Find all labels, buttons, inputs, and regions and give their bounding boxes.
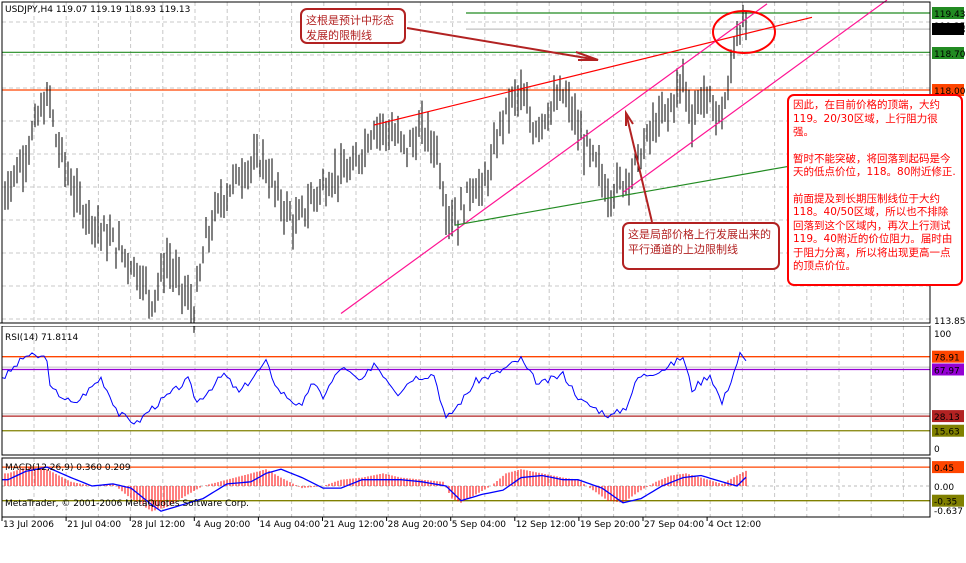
analysis-paragraph: 前面提及到长期压制线位于大约118。40/50区域，所以也不排除回落到这个区域内… <box>793 192 953 273</box>
note-analysis: 因此，在目前价格的顶端，大约119。20/30区域，上行阻力很强。 暂时不能突破… <box>787 94 963 286</box>
indicator-axis-label: 0 <box>934 445 940 455</box>
price-axis-label: 119.43 <box>934 10 966 20</box>
top-highlight-circle <box>712 10 776 54</box>
indicator-axis-label: 0.45 <box>934 464 954 474</box>
price-bars <box>1 4 747 333</box>
price-level-lines <box>2 12 930 91</box>
indicator-axis-label: 100 <box>934 330 951 340</box>
annotations <box>406 10 776 223</box>
time-axis-label: 5 Sep 04:00 <box>452 520 507 530</box>
time-axis-label: 28 Aug 20:00 <box>388 520 449 530</box>
note-channel-line: 这是局部价格上行发展出来的平行通道的上边限制线 <box>622 222 780 270</box>
time-axis-label: 13 Jul 2006 <box>3 520 54 530</box>
copyright-label: MetaTrader, © 2001-2006 MetaQuotes Softw… <box>5 499 249 509</box>
rsi-line <box>1 351 747 425</box>
indicator-axis-label: -0.637 <box>934 507 963 517</box>
rsi-label: RSI(14) 71.8114 <box>5 333 78 343</box>
note-limit-line: 这根是预计中形态发展的限制线 <box>300 8 406 44</box>
time-axis: 13 Jul 2006 21 Jul 04:00 28 Jul 12:00 4 Aug… <box>1 517 761 530</box>
indicator-axis-label: 67.97 <box>934 366 960 376</box>
price-axis-label: 118.70 <box>934 50 966 60</box>
time-axis-label: 14 Aug 04:00 <box>259 520 320 530</box>
time-axis-label: 27 Sep 04:00 <box>644 520 704 530</box>
analysis-paragraph: 因此，在目前价格的顶端，大约119。20/30区域，上行阻力很强。 <box>793 99 940 138</box>
price-axis-label: 119.13 <box>934 26 966 36</box>
indicator-axis-label: 15.63 <box>934 428 960 438</box>
macd-label: MACD(12,26,9) 0.360 0.209 <box>5 463 131 473</box>
symbol-ohlc-label: USDJPY,H4 119.07 119.19 118.93 119.13 <box>5 5 190 15</box>
time-axis-label: 21 Aug 12:00 <box>324 520 385 530</box>
indicator-axis-label: 28.13 <box>934 413 960 423</box>
trendline-green <box>454 165 792 226</box>
time-axis-label: 4 Aug 20:00 <box>195 520 250 530</box>
time-axis-label: 4 Oct 12:00 <box>708 520 761 530</box>
time-axis-label: 28 Jul 12:00 <box>131 520 185 530</box>
arrow-channel-line <box>625 112 653 223</box>
price-axis-label: 113.85 <box>934 317 966 327</box>
time-axis-label: 12 Sep 12:00 <box>516 520 576 530</box>
rsi-panel <box>1 351 930 432</box>
time-axis-label: 19 Sep 20:00 <box>580 520 640 530</box>
indicator-axis-label: 0.00 <box>934 483 954 493</box>
analysis-paragraph: 暂时不能突破，将回落到起码是今天的低点价位，118。80附近修正. <box>793 152 956 179</box>
time-axis-label: 21 Jul 04:00 <box>67 520 121 530</box>
panel-frame <box>1 325 931 456</box>
indicator-axis-label: 78.91 <box>934 354 960 364</box>
